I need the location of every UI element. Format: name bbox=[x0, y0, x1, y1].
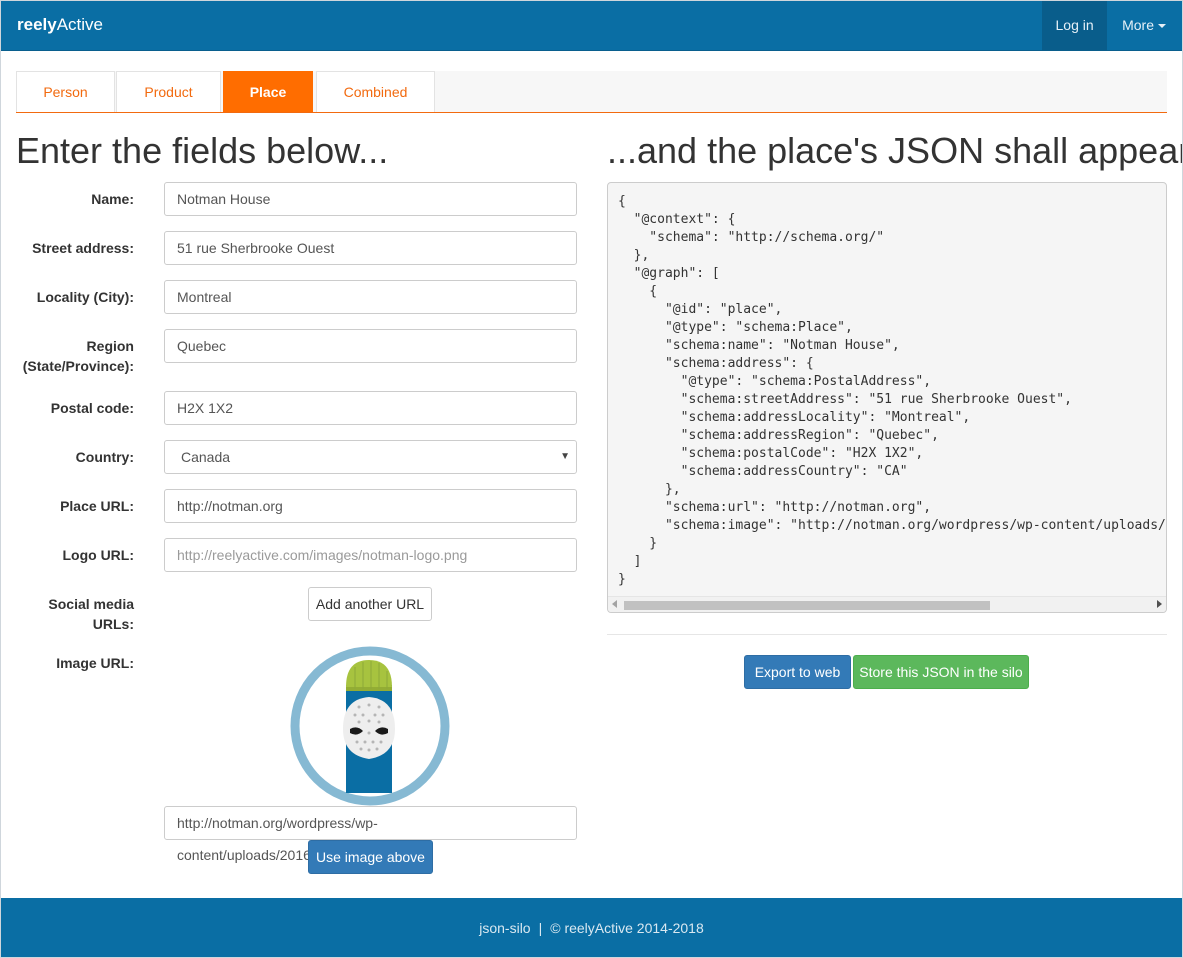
region-input[interactable]: Quebec bbox=[164, 329, 577, 363]
region-label: Region (State/Province): bbox=[16, 336, 134, 376]
json-line: "@type": "schema:Place", bbox=[664, 320, 853, 335]
image-url-input[interactable]: http://notman.org/wordpress/wp-content/u… bbox=[164, 806, 577, 863]
postal-label: Postal code: bbox=[50, 400, 134, 416]
json-line: { bbox=[649, 284, 658, 299]
tab-combined[interactable]: Combined bbox=[316, 71, 435, 112]
use-image-button[interactable]: Use image above bbox=[308, 840, 433, 874]
add-url-button[interactable]: Add another URL bbox=[308, 587, 432, 621]
export-to-web-button[interactable]: Export to web bbox=[744, 655, 851, 689]
street-input[interactable]: 51 rue Sherbrooke Ouest bbox=[164, 231, 577, 265]
json-line: } bbox=[618, 572, 626, 587]
footer-copyright[interactable]: © reelyActive 2014-2018 bbox=[550, 920, 704, 936]
more-label: More bbox=[1122, 17, 1154, 33]
tab-place[interactable]: Place bbox=[223, 71, 313, 112]
social-label: Social media URLs: bbox=[48, 596, 134, 632]
json-line: "@graph": [ bbox=[633, 266, 720, 281]
select-arrow-icon: ▼ bbox=[560, 451, 570, 462]
scroll-right-icon[interactable] bbox=[1157, 600, 1162, 608]
json-line: "schema:addressRegion": "Quebec", bbox=[680, 428, 939, 443]
brand-bold: reely bbox=[17, 15, 57, 34]
json-line: "schema:streetAddress": "51 rue Sherbroo… bbox=[680, 392, 1072, 407]
place-url-label: Place URL: bbox=[60, 498, 134, 514]
store-json-button[interactable]: Store this JSON in the silo bbox=[853, 655, 1029, 689]
brand-logo[interactable]: reelyActive bbox=[17, 15, 103, 35]
tab-person[interactable]: Person bbox=[16, 71, 115, 112]
brand-rest: Active bbox=[56, 15, 103, 34]
footer: json-silo | © reelyActive 2014-2018 bbox=[0, 898, 1183, 958]
navbar-right: Log in More bbox=[1042, 0, 1183, 51]
country-selected-value: Canada bbox=[181, 449, 231, 465]
json-line: }, bbox=[633, 248, 650, 263]
postal-input[interactable]: H2X 1X2 bbox=[164, 391, 577, 425]
json-line: "@type": "schema:PostalAddress", bbox=[680, 374, 932, 389]
json-line: "schema:url": "http://notman.org", bbox=[664, 500, 932, 515]
street-label: Street address: bbox=[32, 240, 134, 256]
region-label-line2: (State/Province): bbox=[22, 358, 134, 374]
name-label: Name: bbox=[91, 191, 134, 207]
scrollbar-thumb[interactable] bbox=[624, 601, 990, 610]
json-line: ] bbox=[633, 554, 642, 569]
json-line: "@id": "place", bbox=[664, 302, 783, 317]
name-input[interactable]: Notman House bbox=[164, 182, 577, 216]
json-line: { bbox=[618, 194, 626, 209]
form-heading: Enter the fields below... bbox=[16, 130, 389, 171]
json-line: }, bbox=[664, 482, 681, 497]
image-url-label: Image URL: bbox=[56, 655, 134, 671]
locality-input[interactable]: Montreal bbox=[164, 280, 577, 314]
footer-separator: | bbox=[538, 920, 543, 936]
json-line: "schema:addressCountry": "CA" bbox=[680, 464, 908, 479]
json-output-panel[interactable]: { "@context": { "schema": "http://schema… bbox=[607, 182, 1167, 613]
json-line: "schema:addressLocality": "Montreal", bbox=[680, 410, 971, 425]
tab-product[interactable]: Product bbox=[116, 71, 221, 112]
json-heading: ...and the place's JSON shall appear bbox=[607, 130, 1183, 171]
horizontal-scrollbar[interactable] bbox=[608, 596, 1166, 612]
json-output-text: { "@context": { "schema": "http://schema… bbox=[618, 193, 1167, 589]
place-url-input[interactable]: http://notman.org bbox=[164, 489, 577, 523]
json-line: "schema:postalCode": "H2X 1X2", bbox=[680, 446, 924, 461]
locality-label: Locality (City): bbox=[36, 289, 134, 305]
login-link[interactable]: Log in bbox=[1042, 0, 1108, 51]
region-label-line1: Region bbox=[86, 338, 134, 354]
country-select[interactable]: Canada ▼ bbox=[164, 440, 577, 474]
logo-url-label: Logo URL: bbox=[62, 547, 134, 563]
json-line: "schema:name": "Notman House", bbox=[664, 338, 900, 353]
tab-bar: Person Product Place Combined bbox=[16, 71, 1167, 113]
more-dropdown[interactable]: More bbox=[1107, 0, 1183, 51]
divider bbox=[607, 634, 1167, 635]
json-line: "@context": { bbox=[633, 212, 736, 227]
footer-app-name[interactable]: json-silo bbox=[479, 920, 530, 936]
beanie-band bbox=[346, 687, 392, 691]
country-label: Country: bbox=[75, 449, 134, 465]
logo-url-input[interactable]: http://reelyactive.com/images/notman-log… bbox=[164, 538, 577, 572]
json-line: } bbox=[649, 536, 658, 551]
json-line: "schema:image": "http://notman.org/wordp… bbox=[664, 518, 1167, 533]
scroll-left-icon[interactable] bbox=[612, 600, 617, 608]
top-navbar: reelyActive Log in More bbox=[0, 0, 1183, 51]
place-image-avatar bbox=[290, 646, 450, 806]
json-line: "schema:address": { bbox=[664, 356, 814, 371]
json-line: "schema": "http://schema.org/" bbox=[649, 230, 885, 245]
caret-down-icon bbox=[1158, 24, 1166, 29]
